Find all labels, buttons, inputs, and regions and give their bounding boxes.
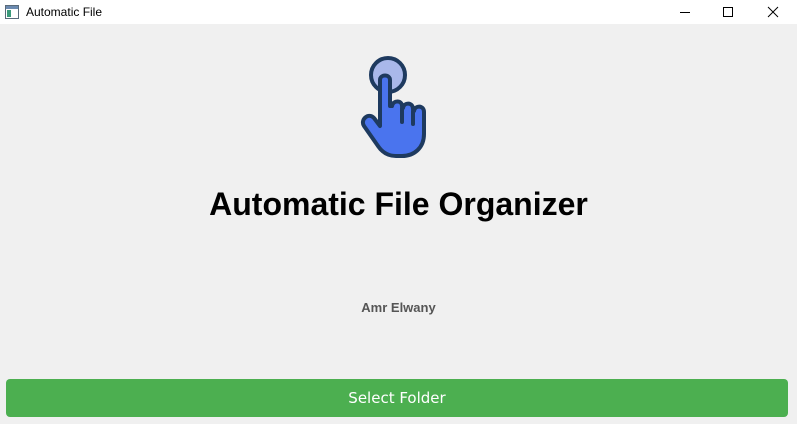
close-button[interactable] [751, 0, 795, 24]
author-label: Amr Elwany [361, 300, 436, 315]
maximize-icon [723, 7, 733, 17]
close-icon [767, 6, 779, 18]
app-window: Automatic File Automatic File Organizer … [0, 0, 797, 424]
title-bar[interactable]: Automatic File [0, 0, 797, 24]
pointing-hand-icon [361, 56, 426, 158]
app-window-icon [5, 5, 19, 19]
minimize-button[interactable] [663, 0, 707, 24]
window-title: Automatic File [26, 5, 103, 19]
select-folder-button[interactable]: Select Folder [6, 379, 788, 417]
minimize-icon [680, 12, 690, 13]
maximize-button[interactable] [706, 0, 750, 24]
app-title: Automatic File Organizer [209, 186, 588, 222]
main-content: Automatic File Organizer Amr Elwany Sele… [0, 24, 797, 424]
